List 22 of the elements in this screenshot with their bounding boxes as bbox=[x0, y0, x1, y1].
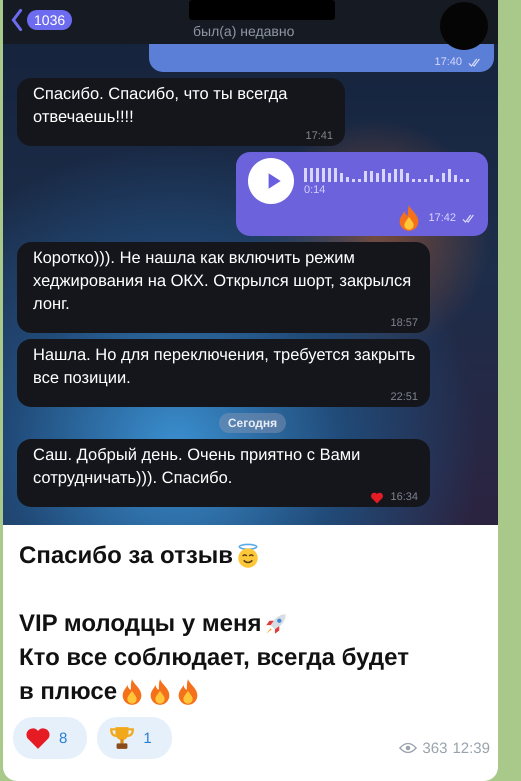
message-time: 17:41 bbox=[305, 129, 333, 143]
caption-text: Спасибо за отзыв bbox=[19, 541, 234, 571]
caption-text: Кто все соблюдает, всегда будет bbox=[19, 643, 409, 673]
message-text: Коротко))). Не нашла как включить режим хеджирования на ОКХ. Открылся шорт, закрылся лонг. bbox=[33, 248, 412, 315]
reaction-button[interactable]: 8 bbox=[13, 717, 88, 759]
voice-duration: 0:14 bbox=[304, 184, 326, 196]
message-time: 16:34 bbox=[390, 490, 418, 504]
post-time: 12:39 bbox=[452, 740, 490, 756]
caption-text: в плюсе bbox=[19, 677, 118, 707]
unread-count-badge: 1036 bbox=[27, 10, 72, 30]
message-time: 17:42 bbox=[428, 212, 456, 224]
date-separator: Сегодня bbox=[218, 413, 286, 433]
reaction-button[interactable]: 1 bbox=[97, 717, 172, 759]
message-time: 22:51 bbox=[390, 390, 418, 404]
message-time: 17:40 bbox=[434, 56, 462, 68]
caption-text: VIP молодцы у меня bbox=[19, 609, 262, 639]
chat-status: был(а) недавно bbox=[193, 23, 294, 39]
message-text: Саш. Добрый день. Очень приятно с Вами сотрудничать))). Спасибо. bbox=[33, 445, 362, 489]
message-text: Спасибо. Спасибо, что ты всегда отвечаешь!!!! bbox=[33, 84, 288, 128]
view-count: 363 bbox=[422, 740, 448, 756]
message-text: Нашла. Но для переключения, требуется закрыть все позиции. bbox=[33, 345, 416, 389]
message-time: 18:57 bbox=[390, 316, 418, 330]
